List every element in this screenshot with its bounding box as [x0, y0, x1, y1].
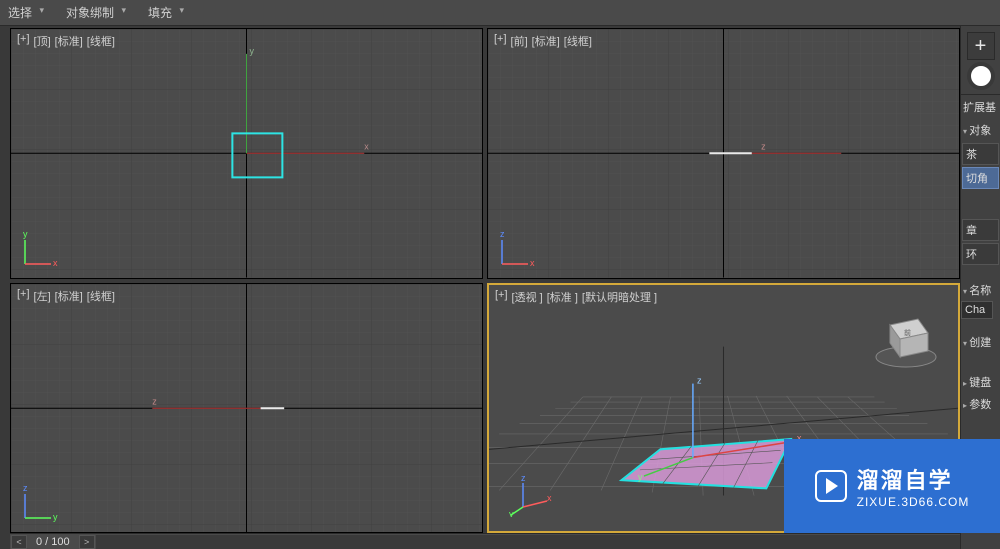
watermark: 溜溜自学 ZIXUE.3D66.COM [784, 439, 1000, 533]
timeline: < 0 / 100 > [10, 533, 960, 549]
rollout-name-color[interactable]: 名称 [961, 279, 1000, 301]
viewport-persp-label[interactable]: [+] [透视 ] [标准 ] [默认明暗处理 ] [495, 289, 657, 305]
viewport-left-grid: z [11, 284, 482, 533]
rollout-keyboard[interactable]: 键盘 [961, 371, 1000, 393]
viewport-left[interactable]: [+] [左] [标准] [线框] z z y [10, 283, 483, 534]
viewport-left-label[interactable]: [+] [左] [标准] [线框] [17, 288, 115, 304]
vp-name[interactable]: [前] [511, 33, 528, 49]
rollout-create-method[interactable]: 创建 [961, 331, 1000, 353]
axis-gizmo-left[interactable]: z y [19, 480, 63, 524]
timeline-prev[interactable]: < [11, 535, 27, 549]
axis-gizmo-front[interactable]: z x [496, 226, 540, 270]
viewport-top-label[interactable]: [+] [顶] [标准] [线框] [17, 33, 115, 49]
object-type-btn-3[interactable]: 章 [962, 219, 999, 241]
svg-text:z: z [521, 473, 526, 483]
rollout-params[interactable]: 参数 [961, 393, 1000, 415]
object-type-btn-2[interactable]: 切角 [962, 167, 999, 189]
menu-select[interactable]: 选择 [4, 2, 46, 23]
axis-gizmo-persp[interactable]: z x y [509, 473, 553, 517]
vp-shade[interactable]: [线框] [87, 33, 115, 49]
svg-text:y: y [250, 46, 255, 56]
svg-text:y: y [53, 512, 58, 522]
timeline-track[interactable] [96, 535, 960, 549]
vp-shade[interactable]: [线框] [564, 33, 592, 49]
svg-text:y: y [638, 472, 643, 482]
category-dropdown[interactable]: 扩展基 [961, 94, 1000, 119]
vp-mode[interactable]: [标准 ] [547, 289, 578, 305]
vp-shade[interactable]: [线框] [87, 288, 115, 304]
svg-text:z: z [761, 141, 766, 151]
watermark-url: ZIXUE.3D66.COM [857, 495, 970, 509]
svg-text:前: 前 [904, 328, 911, 337]
vp-mode[interactable]: [标准] [55, 33, 83, 49]
vp-name[interactable]: [左] [34, 288, 51, 304]
watermark-brand: 溜溜自学 [857, 463, 953, 495]
top-toolbar: 选择 对象绑制 填充 [0, 0, 1000, 26]
viewport-front-grid: z [488, 29, 959, 278]
svg-text:z: z [697, 375, 702, 385]
object-type-btn-4[interactable]: 环 [962, 243, 999, 265]
svg-text:z: z [23, 483, 28, 493]
watermark-play-icon [815, 470, 847, 502]
svg-text:y: y [509, 509, 514, 517]
rollout-object-type[interactable]: 对象 [961, 119, 1000, 141]
object-name-field[interactable] [961, 301, 993, 319]
timeline-next[interactable]: > [79, 535, 95, 549]
svg-text:y: y [23, 229, 28, 239]
vp-plus[interactable]: [+] [17, 288, 30, 304]
create-tab-icon[interactable]: + [967, 32, 995, 60]
svg-text:x: x [53, 258, 58, 268]
geometry-icon[interactable] [967, 62, 995, 90]
svg-text:z: z [500, 229, 505, 239]
vp-plus[interactable]: [+] [494, 33, 507, 49]
vp-plus[interactable]: [+] [17, 33, 30, 49]
menu-object-binding[interactable]: 对象绑制 [62, 2, 128, 23]
vp-mode[interactable]: [标准] [55, 288, 83, 304]
vp-plus[interactable]: [+] [495, 289, 508, 305]
vp-shade[interactable]: [默认明暗处理 ] [582, 289, 657, 305]
axis-gizmo-top[interactable]: y x [19, 226, 63, 270]
viewport-front-label[interactable]: [+] [前] [标准] [线框] [494, 33, 592, 49]
viewport-top[interactable]: [+] [顶] [标准] [线框] x y y [10, 28, 483, 279]
svg-text:x: x [547, 493, 552, 503]
viewport-front[interactable]: [+] [前] [标准] [线框] z z x [487, 28, 960, 279]
svg-text:x: x [530, 258, 535, 268]
vp-mode[interactable]: [标准] [532, 33, 560, 49]
vp-name[interactable]: [透视 ] [512, 289, 543, 305]
menu-fill[interactable]: 填充 [144, 2, 186, 23]
svg-text:x: x [364, 141, 369, 151]
viewcube[interactable]: 前 [866, 297, 946, 377]
timeline-frame-display: 0 / 100 [28, 536, 78, 548]
vp-name[interactable]: [顶] [34, 33, 51, 49]
object-type-btn-1[interactable]: 茶 [962, 143, 999, 165]
svg-text:z: z [152, 396, 157, 406]
viewport-top-grid: x y [11, 29, 482, 278]
